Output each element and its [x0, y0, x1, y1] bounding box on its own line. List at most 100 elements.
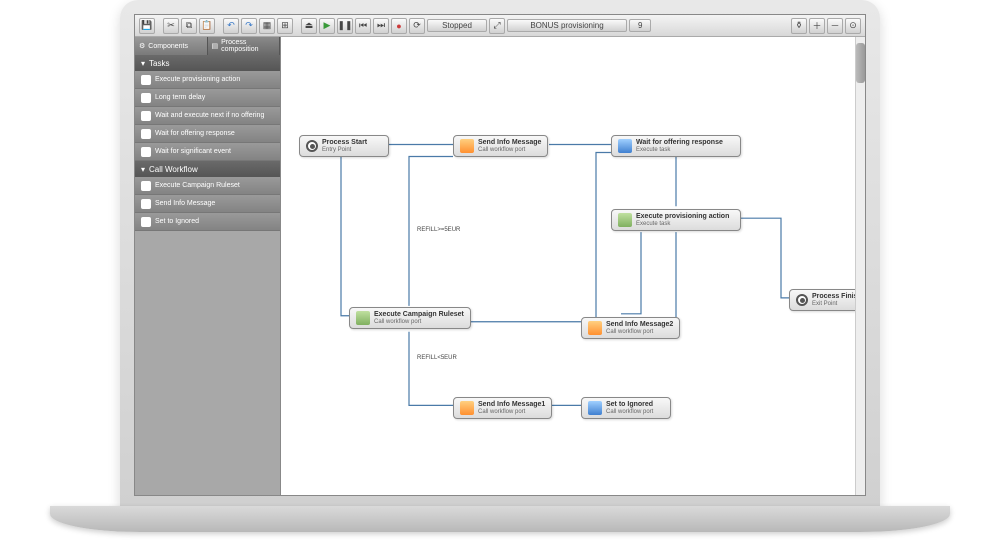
cut-icon[interactable]: ✂: [163, 18, 179, 34]
fit-icon[interactable]: ⊙: [845, 18, 861, 34]
node-wait-offering[interactable]: Wait for offering response Execute task: [611, 135, 741, 157]
tab-components[interactable]: ⚙ Components: [135, 37, 208, 55]
clock-icon: [141, 93, 151, 103]
sidebar: ⚙ Components ▤ Process composition ▾ Tas…: [135, 37, 281, 495]
scrollbar-thumb[interactable]: [856, 43, 865, 83]
flag-icon: [588, 401, 602, 415]
finish-icon: [796, 294, 808, 306]
section-header-tasks[interactable]: ▾ Tasks: [135, 55, 280, 71]
section-title: Tasks: [149, 59, 169, 68]
paste-icon[interactable]: 📋: [199, 18, 215, 34]
mail-icon: [460, 139, 474, 153]
pause-icon[interactable]: ❚❚: [337, 18, 353, 34]
sidebar-item-long-delay[interactable]: Long term delay: [135, 89, 280, 107]
node-send-info[interactable]: Send Info Message Call workflow port: [453, 135, 548, 157]
node-subtitle: Call workflow port: [606, 329, 673, 336]
node-subtitle: Entry Point: [322, 147, 367, 154]
process-name: BONUS provisioning: [507, 19, 627, 32]
node-title: Execute provisioning action: [636, 213, 729, 221]
play-icon[interactable]: ▶: [319, 18, 335, 34]
node-subtitle: Call workflow port: [478, 409, 545, 416]
edge-label-lt: REFILL<5EUR: [415, 355, 459, 361]
laptop-base: [50, 506, 950, 532]
sidebar-item-send-info[interactable]: Send Info Message: [135, 195, 280, 213]
grid-icon[interactable]: ▦: [259, 18, 275, 34]
sidebar-tabs: ⚙ Components ▤ Process composition: [135, 37, 280, 55]
redo-icon[interactable]: ↷: [241, 18, 257, 34]
item-label: Long term delay: [155, 94, 205, 101]
node-subtitle: Call workflow port: [606, 409, 653, 416]
zoom-in-icon[interactable]: ＋: [809, 18, 825, 34]
sidebar-item-wait-event[interactable]: Wait for significant event: [135, 143, 280, 161]
refresh-icon[interactable]: ⟳: [409, 18, 425, 34]
node-subtitle: Execute task: [636, 147, 723, 154]
edge-label-ge: REFILL>=5EUR: [415, 227, 462, 233]
wait-icon: [618, 139, 632, 153]
tab-label: Components: [148, 43, 188, 50]
wait-icon: [141, 147, 151, 157]
save-icon[interactable]: 💾: [139, 18, 155, 34]
zoom-value: 9: [629, 19, 651, 32]
wait-icon: [141, 111, 151, 121]
node-process-start[interactable]: Process Start Entry Point: [299, 135, 389, 157]
stop-icon[interactable]: ●: [391, 18, 407, 34]
gear-icon: ⚙: [139, 42, 145, 50]
workflow-icon: [356, 311, 370, 325]
node-title: Execute Campaign Ruleset: [374, 311, 464, 319]
gear-icon: [618, 213, 632, 227]
workspace: ⚙ Components ▤ Process composition ▾ Tas…: [135, 37, 865, 495]
chevron-down-icon: ▾: [141, 165, 145, 174]
chevron-down-icon: ▾: [141, 59, 145, 68]
mail-icon: [588, 321, 602, 335]
node-title: Send Info Message1: [478, 401, 545, 409]
undo-icon[interactable]: ↶: [223, 18, 239, 34]
node-title: Wait for offering response: [636, 139, 723, 147]
node-title: Set to Ignored: [606, 401, 653, 409]
sidebar-item-wait-offering[interactable]: Wait for offering response: [135, 125, 280, 143]
node-subtitle: Call workflow port: [374, 319, 464, 326]
item-label: Execute Campaign Ruleset: [155, 182, 240, 189]
step-back-icon[interactable]: ⏮: [355, 18, 371, 34]
sidebar-item-wait-exec[interactable]: Wait and execute next if no offering: [135, 107, 280, 125]
laptop-frame: 💾 ✂ ⧉ 📋 ↶ ↷ ▦ ⊞ ⏏ ▶ ❚❚ ⏮ ⏭ ● ⟳ Stopped ⤢…: [120, 0, 880, 510]
workflow-icon: [141, 181, 151, 191]
item-label: Wait for significant event: [155, 148, 231, 155]
zoom-out-icon[interactable]: －: [827, 18, 843, 34]
node-send-info2[interactable]: Send Info Message2 Call workflow port: [581, 317, 680, 339]
item-label: Execute provisioning action: [155, 76, 240, 83]
node-send-info1[interactable]: Send Info Message1 Call workflow port: [453, 397, 552, 419]
node-exec-campaign[interactable]: Execute Campaign Ruleset Call workflow p…: [349, 307, 471, 329]
tab-label: Process composition: [221, 39, 275, 53]
step-fwd-icon[interactable]: ⏭: [373, 18, 389, 34]
connectors-layer: [281, 37, 865, 495]
node-subtitle: Call workflow port: [478, 147, 541, 154]
mail-icon: [141, 199, 151, 209]
layers-icon: ▤: [212, 42, 219, 50]
deploy-icon[interactable]: ⏏: [301, 18, 317, 34]
sidebar-item-set-ignored[interactable]: Set to Ignored: [135, 213, 280, 231]
node-subtitle: Execute task: [636, 221, 729, 228]
expand-icon[interactable]: ⤢: [489, 18, 505, 34]
node-set-ignored[interactable]: Set to Ignored Call workflow port: [581, 397, 671, 419]
sidebar-item-exec-campaign[interactable]: Execute Campaign Ruleset: [135, 177, 280, 195]
section-title: Call Workflow: [149, 165, 198, 174]
tab-process-composition[interactable]: ▤ Process composition: [208, 37, 281, 55]
status-display: Stopped: [427, 19, 487, 32]
section-header-workflow[interactable]: ▾ Call Workflow: [135, 161, 280, 177]
node-process-finish[interactable]: Process Finish Exit Point: [789, 289, 865, 311]
process-canvas[interactable]: REFILL>=5EUR REFILL<5EUR Process Start E…: [281, 37, 865, 495]
vertical-scrollbar[interactable]: [855, 37, 865, 495]
wait-icon: [141, 129, 151, 139]
task-icon: [141, 75, 151, 85]
node-title: Process Start: [322, 139, 367, 147]
item-label: Set to Ignored: [155, 218, 199, 225]
layout-icon[interactable]: ⊞: [277, 18, 293, 34]
flag-icon: [141, 217, 151, 227]
copy-icon[interactable]: ⧉: [181, 18, 197, 34]
filter-icon[interactable]: ⚱: [791, 18, 807, 34]
toolbar: 💾 ✂ ⧉ 📋 ↶ ↷ ▦ ⊞ ⏏ ▶ ❚❚ ⏮ ⏭ ● ⟳ Stopped ⤢…: [135, 15, 865, 37]
app-screen: 💾 ✂ ⧉ 📋 ↶ ↷ ▦ ⊞ ⏏ ▶ ❚❚ ⏮ ⏭ ● ⟳ Stopped ⤢…: [134, 14, 866, 496]
node-exec-prov[interactable]: Execute provisioning action Execute task: [611, 209, 741, 231]
item-label: Wait for offering response: [155, 130, 235, 137]
sidebar-item-exec-prov[interactable]: Execute provisioning action: [135, 71, 280, 89]
